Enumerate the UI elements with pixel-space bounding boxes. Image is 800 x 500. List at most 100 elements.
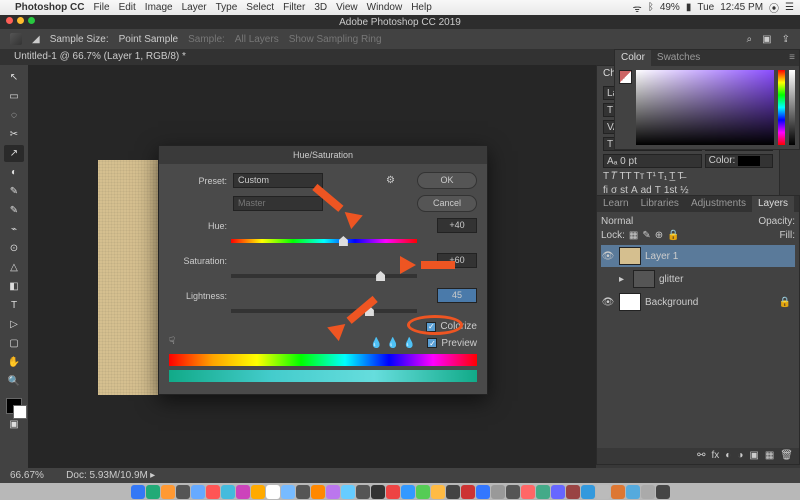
dock-app[interactable] (251, 485, 265, 499)
lock-pos-icon[interactable]: ⊕ (655, 230, 663, 241)
window-minimize[interactable] (17, 17, 24, 24)
dock-app[interactable] (611, 485, 625, 499)
tab-layers[interactable]: Layers (752, 196, 794, 212)
zoom-level[interactable]: 66.67% (10, 470, 44, 481)
tool-stamp[interactable]: ✎ (4, 202, 24, 219)
layer-thumb[interactable] (619, 293, 641, 311)
bluetooth-icon[interactable]: ᛒ (648, 2, 654, 13)
tool-hand[interactable]: ✋ (4, 354, 24, 371)
sat-slider[interactable] (231, 274, 417, 278)
text-color[interactable]: Color: (705, 154, 773, 168)
sample-size-select[interactable]: Point Sample (119, 34, 178, 45)
dock-app[interactable] (341, 485, 355, 499)
type-strike[interactable]: T̶ (677, 171, 683, 182)
settings-icon[interactable]: ⚙ (386, 175, 395, 186)
dock-app[interactable] (656, 485, 670, 499)
layer-name[interactable]: Layer 1 (645, 251, 678, 262)
dock-app[interactable] (371, 485, 385, 499)
tab-swatches[interactable]: Swatches (651, 50, 706, 66)
home-icon[interactable] (10, 33, 22, 45)
menu-window[interactable]: Window (367, 2, 403, 13)
wifi-icon[interactable]: ᯤ (633, 1, 642, 15)
preset-select[interactable]: Custom (233, 173, 323, 188)
light-slider[interactable] (231, 309, 417, 313)
dock-app[interactable] (401, 485, 415, 499)
menu-filter[interactable]: Filter (283, 2, 305, 13)
dock-app[interactable] (161, 485, 175, 499)
type-italic[interactable]: 𝑇 (611, 171, 617, 182)
tab-adjustments[interactable]: Adjustments (685, 196, 752, 212)
tab-channels[interactable]: Channels (794, 196, 800, 212)
type-bold[interactable]: T (603, 171, 609, 182)
dock-app[interactable] (281, 485, 295, 499)
bg-swatch[interactable] (13, 405, 27, 419)
hue-slider[interactable] (231, 239, 417, 243)
share-icon[interactable]: ⇪ (782, 34, 790, 45)
dock-app[interactable] (596, 485, 610, 499)
tab-libraries[interactable]: Libraries (635, 196, 685, 212)
dock-app[interactable] (626, 485, 640, 499)
dock-app[interactable] (551, 485, 565, 499)
visibility-icon[interactable]: 👁 (601, 249, 615, 263)
dock-app[interactable] (566, 485, 580, 499)
dock-app[interactable] (326, 485, 340, 499)
lock-pix-icon[interactable]: ✎ (642, 230, 650, 241)
ok-button[interactable]: OK (417, 172, 477, 189)
dock-app[interactable] (476, 485, 490, 499)
tool-dodge[interactable]: ◧ (4, 278, 24, 295)
app-name[interactable]: Photoshop CC (15, 2, 84, 13)
tool-lasso[interactable]: ◌ (4, 107, 24, 124)
menu-edit[interactable]: Edit (119, 2, 136, 13)
notif-icon[interactable]: ☰ (785, 2, 794, 13)
hand-icon[interactable]: ☟ (169, 336, 183, 350)
group-icon[interactable]: ▣ (749, 450, 758, 462)
dock-app[interactable] (311, 485, 325, 499)
link-icon[interactable]: ⚯ (697, 450, 705, 462)
menu-type[interactable]: Type (216, 2, 238, 13)
sample-select[interactable]: All Layers (235, 34, 279, 45)
dock-app[interactable] (206, 485, 220, 499)
layer-thumb[interactable] (619, 247, 641, 265)
dock-app[interactable] (446, 485, 460, 499)
type-super[interactable]: T¹ (646, 171, 655, 182)
layer-row[interactable]: 👁 Background 🔒 (601, 291, 795, 313)
fgbg-swatch[interactable] (619, 70, 632, 84)
visibility-icon[interactable] (601, 272, 615, 286)
clock-time[interactable]: 12:45 PM (720, 2, 763, 13)
dock-app[interactable] (296, 485, 310, 499)
mask-icon[interactable]: ◐ (725, 450, 731, 462)
eyedrop-icon[interactable]: 💧 (370, 338, 382, 349)
dock-app[interactable] (431, 485, 445, 499)
window-zoom[interactable] (28, 17, 35, 24)
menu-help[interactable]: Help (411, 2, 432, 13)
dock-app[interactable] (221, 485, 235, 499)
blend-mode[interactable]: Normal (601, 216, 633, 227)
type-smallcaps[interactable]: Tᴛ (634, 171, 645, 182)
menu-file[interactable]: File (93, 2, 109, 13)
menu-3d[interactable]: 3D (314, 2, 327, 13)
tool-marquee[interactable]: ▭ (4, 88, 24, 105)
dock-app[interactable] (131, 485, 145, 499)
dock-app[interactable] (641, 485, 655, 499)
eyedrop-plus-icon[interactable]: 💧 (387, 338, 399, 349)
color-field[interactable] (636, 70, 774, 145)
type-sub[interactable]: T₁ (658, 171, 667, 182)
dock-app[interactable] (191, 485, 205, 499)
tool-type[interactable]: T (4, 297, 24, 314)
dock-app[interactable] (491, 485, 505, 499)
tool-eyedropper[interactable]: ↗ (4, 145, 24, 162)
tab-learn[interactable]: Learn (597, 196, 635, 212)
menu-layer[interactable]: Layer (182, 2, 207, 13)
dock-app[interactable] (521, 485, 535, 499)
tool-pen[interactable]: ▷ (4, 316, 24, 333)
preview-checkbox[interactable]: ✓Preview (427, 338, 477, 349)
spotlight-icon[interactable]: ⦿ (769, 0, 779, 15)
hue-value[interactable]: +40 (437, 218, 477, 233)
dock-app[interactable] (356, 485, 370, 499)
window-close[interactable] (6, 17, 13, 24)
chevron-right-icon[interactable]: ▸ (150, 470, 155, 481)
menu-image[interactable]: Image (145, 2, 173, 13)
doc-size[interactable]: Doc: 5.93M/10.9M (66, 470, 148, 481)
menu-select[interactable]: Select (246, 2, 274, 13)
canvas-area[interactable]: Hue/Saturation Preset: Custom ⚙ OK Maste… (28, 65, 596, 483)
